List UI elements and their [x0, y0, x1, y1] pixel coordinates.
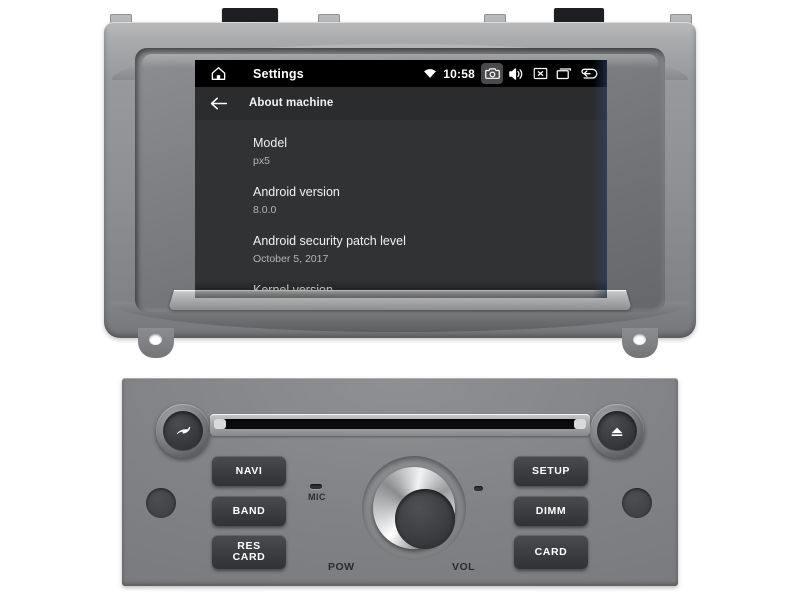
setup-button[interactable]: SETUP — [514, 456, 588, 486]
disc-slot-end-right — [574, 419, 586, 429]
recents-square-icon[interactable] — [553, 63, 575, 84]
eject-icon — [597, 411, 637, 451]
power-label: POW — [328, 561, 355, 573]
lcd-screen[interactable]: Settings 10:58 About machine Model px5 A… — [195, 60, 607, 298]
status-bar-clock: 10:58 — [443, 66, 475, 81]
volume-label: VOL — [452, 561, 476, 573]
list-item[interactable]: Model px5 — [253, 136, 607, 168]
setup-button-label: SETUP — [531, 464, 570, 477]
arrow-left-icon[interactable] — [209, 96, 239, 111]
list-item-title: Model — [253, 136, 288, 150]
mic-label: MIC — [308, 492, 326, 502]
card-button-label: CARD — [534, 545, 568, 558]
navi-button[interactable]: NAVI — [212, 456, 286, 486]
band-button-label: BAND — [232, 504, 266, 517]
list-item-value: 8.0.0 — [253, 204, 277, 216]
list-item-value: px5 — [253, 155, 270, 167]
screen-bottom-shelf — [167, 290, 633, 311]
back-arrow-icon[interactable] — [577, 63, 603, 84]
x-box-icon[interactable] — [529, 63, 551, 84]
control-panel: MIC POW VOL NAVI BAND RES CARD SETUP DIM… — [122, 378, 678, 586]
status-bar-icons: 10:58 — [423, 63, 603, 84]
status-bar-title: Settings — [253, 66, 304, 81]
list-item[interactable]: Android security patch level October 5, … — [253, 234, 607, 266]
res-card-button-label-2: CARD — [232, 551, 266, 563]
phone-call-icon — [163, 411, 203, 451]
page-title: About machine — [249, 97, 334, 109]
speaker-icon[interactable] — [505, 63, 527, 84]
home-icon[interactable] — [205, 66, 231, 81]
card-button[interactable]: CARD — [514, 535, 588, 569]
band-button[interactable]: BAND — [212, 496, 286, 526]
head-unit-upper: Settings 10:58 About machine Model px5 A… — [104, 8, 696, 368]
eject-knob[interactable] — [590, 404, 644, 458]
disc-slot[interactable] — [210, 414, 590, 436]
phone-knob[interactable] — [156, 404, 210, 458]
volume-knob-face[interactable] — [395, 489, 455, 549]
mounting-tab-bottom-right — [622, 328, 658, 358]
ir-sensor-dot — [474, 486, 483, 491]
disc-slot-end-left — [214, 419, 226, 429]
list-item-value: October 5, 2017 — [253, 253, 329, 265]
list-item[interactable]: Android version 8.0.0 — [253, 185, 607, 217]
volume-power-knob[interactable] — [362, 456, 466, 560]
dimm-button-label: DIMM — [535, 504, 567, 517]
action-bar: About machine — [195, 87, 607, 120]
camera-icon[interactable] — [481, 63, 503, 84]
res-card-button[interactable]: RES CARD — [212, 535, 286, 569]
dimm-button[interactable]: DIMM — [514, 496, 588, 526]
list-item[interactable]: Kernel version — [253, 283, 607, 290]
panel-recess-right — [622, 488, 652, 518]
volume-knob-chrome-ring — [373, 467, 455, 549]
panel-recess-left — [146, 488, 176, 518]
about-machine-list: Model px5 Android version 8.0.0 Android … — [195, 120, 607, 298]
status-bar: Settings 10:58 — [195, 60, 607, 87]
mounting-tab-bottom-left — [138, 328, 174, 358]
navi-button-label: NAVI — [235, 464, 263, 477]
list-item-title: Kernel version — [253, 283, 333, 290]
microphone-hole — [310, 484, 322, 489]
list-item-title: Android version — [253, 185, 340, 199]
wifi-icon — [423, 68, 437, 79]
list-item-title: Android security patch level — [253, 234, 406, 248]
disc-slot-opening — [216, 419, 584, 429]
